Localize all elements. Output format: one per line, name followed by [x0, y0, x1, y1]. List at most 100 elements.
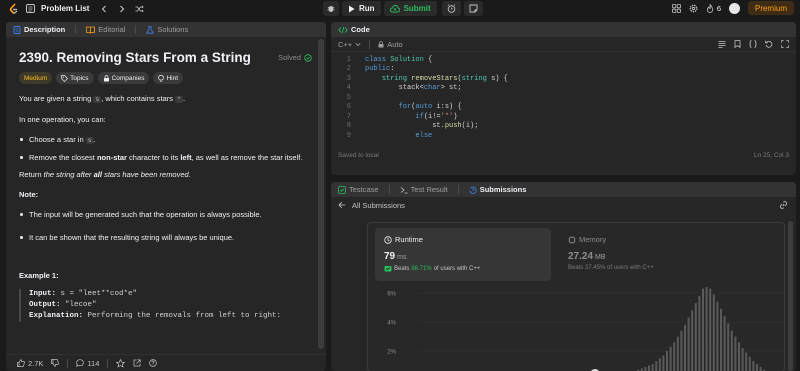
- code-lines[interactable]: 1 class Solution {2 public: 3 string remove…: [331, 55, 796, 141]
- distribution-bar[interactable]: [702, 288, 704, 371]
- tab-testcase[interactable]: Testcase: [338, 185, 379, 194]
- hint-tag[interactable]: Hint: [153, 72, 184, 84]
- runtime-card[interactable]: Runtime 79 ms Beats 88.71% of users with …: [375, 228, 551, 281]
- distribution-bar[interactable]: [684, 324, 686, 371]
- share-icon[interactable]: [133, 359, 141, 367]
- problem-list-link[interactable]: Problem List: [41, 4, 89, 13]
- tab-solutions[interactable]: Solutions: [146, 25, 188, 34]
- distribution-bar[interactable]: [720, 308, 722, 371]
- description-scrollbar[interactable]: [318, 39, 324, 349]
- code-line[interactable]: 3 string removeStars(string s) {: [331, 74, 796, 84]
- memory-unit: MB: [595, 254, 606, 261]
- code-line[interactable]: 7 if(i!='*'): [331, 112, 796, 122]
- code-line[interactable]: 4 stack<char> st;: [331, 84, 796, 94]
- distribution-bar[interactable]: [709, 288, 712, 371]
- star-icon[interactable]: [116, 358, 126, 368]
- comments-button[interactable]: 114: [76, 359, 99, 368]
- distribution-bar[interactable]: [651, 364, 654, 371]
- distribution-bar[interactable]: [705, 287, 708, 371]
- run-button[interactable]: Run: [342, 1, 381, 16]
- code-line[interactable]: 6 for(auto i:s) {: [331, 103, 796, 113]
- shuffle-icon[interactable]: [135, 5, 145, 13]
- distribution-bar[interactable]: [687, 317, 690, 371]
- notes-button[interactable]: [463, 1, 483, 16]
- timer-button[interactable]: [441, 1, 461, 16]
- distribution-bar[interactable]: [727, 323, 730, 371]
- distribution-bar[interactable]: [730, 330, 733, 371]
- code-panel: Code C++ Auto 1 class Solution {2 publi…: [331, 22, 796, 175]
- runtime-distribution-chart[interactable]: 6% 4% 2%: [368, 287, 785, 371]
- avatar[interactable]: [728, 2, 740, 14]
- code-line[interactable]: 9 else: [331, 131, 796, 141]
- code-text: if(i!='*'): [365, 113, 457, 121]
- premium-button[interactable]: Premium: [747, 1, 794, 15]
- distribution-bar[interactable]: [748, 356, 751, 371]
- bookmark-icon[interactable]: [734, 40, 741, 48]
- tab-description[interactable]: Description: [13, 25, 65, 34]
- tab-editorial[interactable]: Editorial: [86, 25, 125, 34]
- distribution-bar[interactable]: [723, 316, 726, 371]
- distribution-bar[interactable]: [669, 346, 672, 371]
- problem-list-icon[interactable]: [26, 4, 35, 13]
- streak-fire-icon[interactable]: 6: [706, 3, 721, 13]
- back-to-all-submissions[interactable]: All Submissions: [338, 201, 405, 210]
- code-line[interactable]: 2 public:: [331, 65, 796, 75]
- distribution-bar[interactable]: [666, 351, 668, 371]
- difficulty-badge[interactable]: Medium: [19, 72, 53, 84]
- distribution-bar[interactable]: [673, 342, 676, 371]
- distribution-bar[interactable]: [756, 364, 758, 371]
- debug-button[interactable]: [323, 1, 339, 16]
- companies-tag[interactable]: Companies: [97, 72, 150, 84]
- layout-grid-icon[interactable]: [671, 3, 681, 13]
- tab-submissions-label: Submissions: [479, 185, 527, 194]
- submit-button[interactable]: Submit: [383, 1, 437, 16]
- auto-mode-toggle[interactable]: Auto: [378, 40, 403, 49]
- memory-card[interactable]: Memory 27.24 MB Beats 37.45% of users wit…: [559, 228, 735, 281]
- tab-test-result[interactable]: Test Result: [400, 185, 448, 194]
- distribution-bar[interactable]: [716, 301, 719, 371]
- distribution-bar[interactable]: [680, 330, 683, 371]
- distribution-bar[interactable]: [698, 295, 701, 371]
- code-line[interactable]: 8 st.push(i);: [331, 122, 796, 132]
- braces-icon[interactable]: [749, 40, 757, 48]
- format-icon[interactable]: [718, 40, 726, 48]
- distribution-bar[interactable]: [644, 366, 647, 371]
- tab-submissions[interactable]: Submissions: [469, 185, 527, 194]
- code-line[interactable]: 1 class Solution {: [331, 55, 796, 65]
- distribution-bar[interactable]: [759, 366, 762, 371]
- distribution-bar[interactable]: [662, 355, 665, 371]
- code-editor[interactable]: C++ Auto 1 class Solution {2 public: 3 stri…: [331, 37, 796, 145]
- leetcode-logo[interactable]: [8, 2, 20, 15]
- distribution-bar[interactable]: [741, 348, 744, 371]
- code-icon: [338, 26, 348, 33]
- distribution-bar[interactable]: [655, 361, 658, 371]
- runtime-label: Runtime: [395, 235, 423, 244]
- chevron-right-icon[interactable]: [119, 5, 125, 13]
- distribution-bar[interactable]: [694, 303, 697, 371]
- result-scrollbar[interactable]: [788, 221, 793, 371]
- distribution-bar[interactable]: [734, 336, 737, 371]
- like-button[interactable]: 2.7K: [17, 359, 43, 368]
- tab-code[interactable]: Code: [338, 25, 370, 34]
- reset-icon[interactable]: [765, 40, 773, 48]
- language-select[interactable]: C++: [338, 40, 361, 49]
- distribution-bar[interactable]: [745, 352, 748, 371]
- settings-gear-icon[interactable]: [689, 4, 698, 13]
- runtime-beats-suffix: of users with C++: [433, 265, 481, 272]
- distribution-bar[interactable]: [738, 342, 740, 371]
- code-line[interactable]: 5: [331, 93, 796, 103]
- dislike-button[interactable]: [51, 359, 60, 367]
- chevron-left-icon[interactable]: [101, 5, 107, 13]
- help-icon[interactable]: [149, 359, 158, 367]
- distribution-bar[interactable]: [648, 365, 650, 371]
- link-icon[interactable]: [779, 201, 788, 209]
- distribution-bar[interactable]: [676, 336, 679, 371]
- distribution-bar[interactable]: [658, 358, 661, 371]
- distribution-bar[interactable]: [752, 361, 755, 371]
- distribution-bar[interactable]: [691, 310, 694, 371]
- fullscreen-icon[interactable]: [781, 40, 789, 48]
- problem-description: 2390. Removing Stars From a String Solve…: [6, 37, 324, 366]
- distribution-bar[interactable]: [712, 294, 715, 371]
- all-submissions-label: All Submissions: [352, 200, 405, 210]
- topics-tag[interactable]: Topics: [56, 72, 94, 84]
